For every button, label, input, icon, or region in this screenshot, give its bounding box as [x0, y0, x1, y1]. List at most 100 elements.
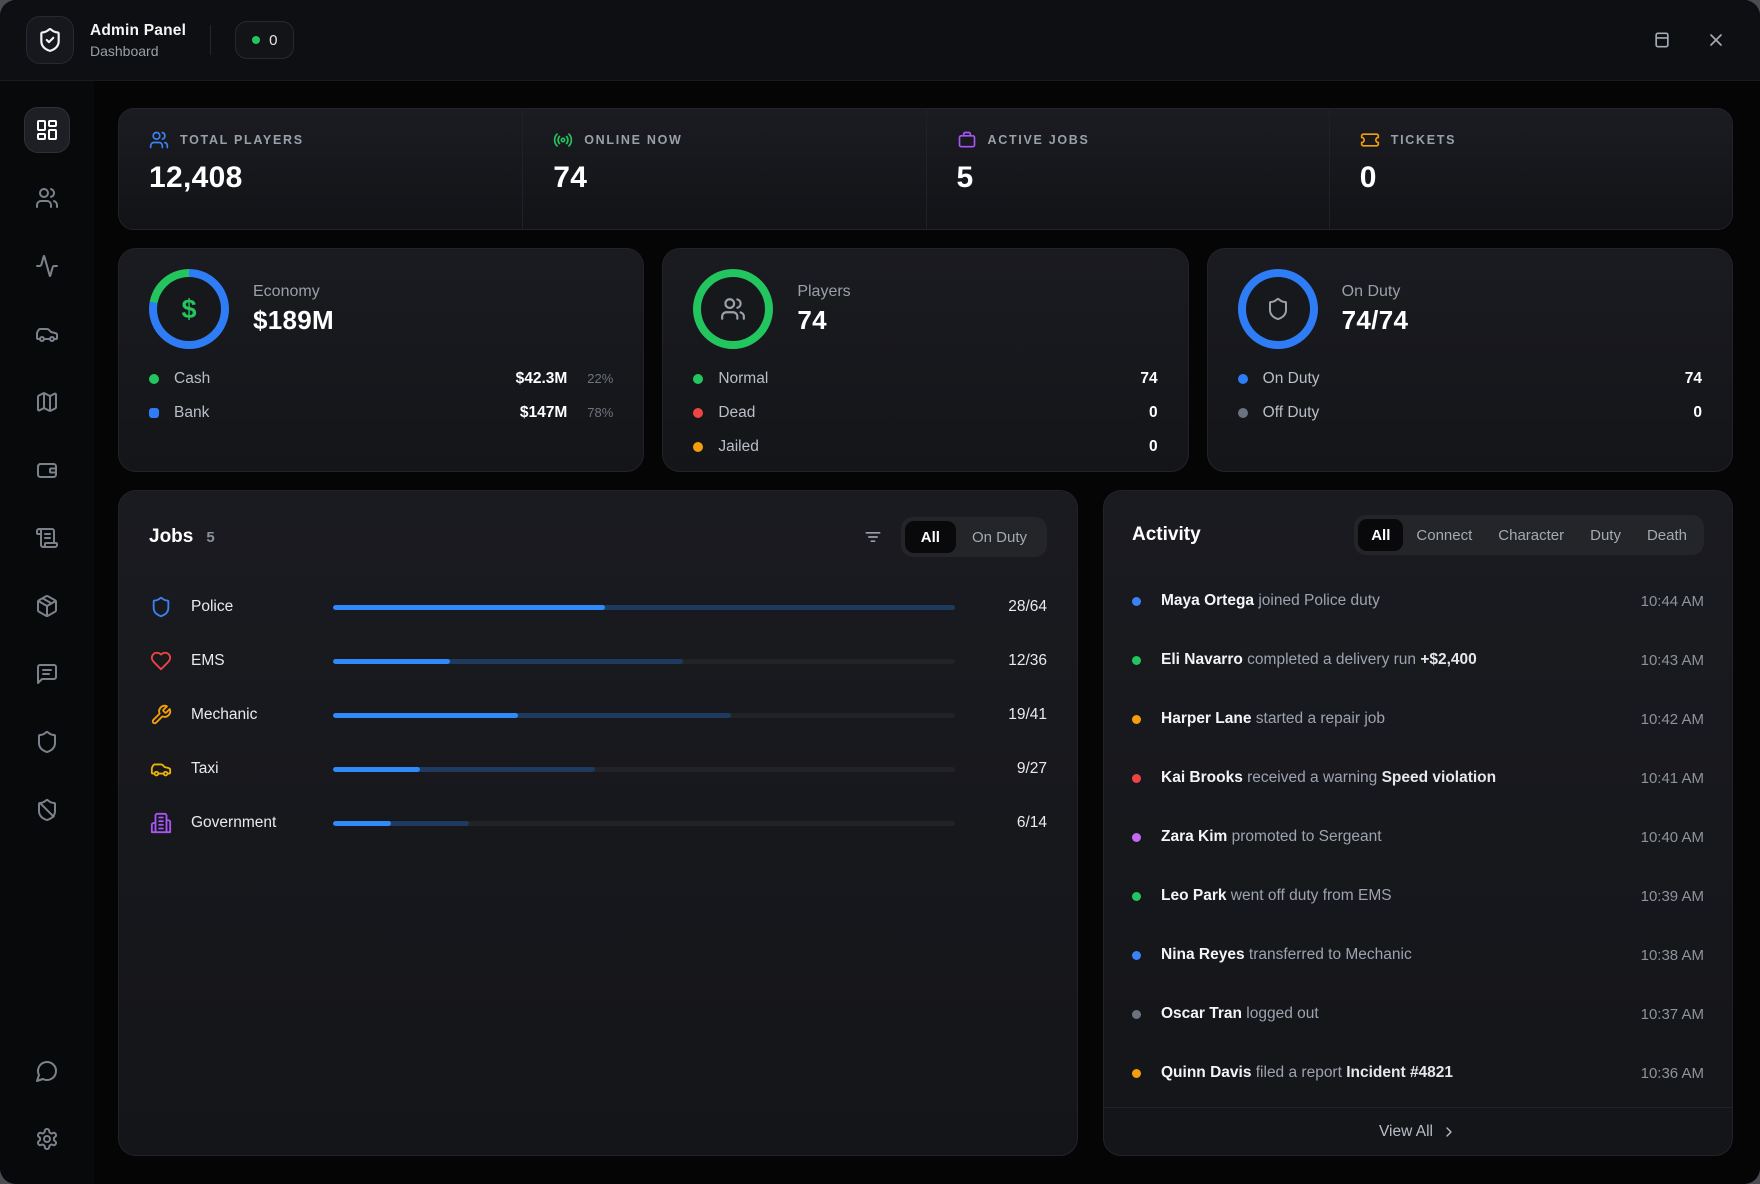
stat-active-jobs: ACTIVE JOBS 5 [926, 109, 1329, 229]
economy-card: $ Economy $189M Cash $42.3M [118, 248, 644, 472]
wallet-icon [35, 458, 59, 482]
page-subtitle: Dashboard [90, 43, 186, 59]
jobs-filter-all[interactable]: All [905, 521, 956, 553]
card-value: 74/74 [1342, 305, 1409, 336]
stats-strip: TOTAL PLAYERS 12,408 ONLINE NOW 74 ACTIV… [118, 108, 1733, 230]
bank-dot [149, 408, 159, 418]
shield-icon [1266, 297, 1290, 321]
sidebar-item-moderation[interactable] [24, 719, 70, 765]
window-maximize-button[interactable] [1648, 26, 1676, 54]
title-block: Admin Panel Dashboard [90, 22, 186, 59]
sidebar-item-chat[interactable] [24, 651, 70, 697]
activity-row: Nina Reyes transferred to Mechanic 10:38… [1132, 943, 1704, 967]
window-maximize-icon [1652, 30, 1672, 50]
job-row-police: Police 28/64 [149, 593, 1047, 621]
activity-row: Leo Park went off duty from EMS 10:39 AM [1132, 884, 1704, 908]
job-progress-bar [333, 605, 955, 610]
sidebar-item-settings[interactable] [24, 1116, 70, 1162]
sidebar-item-players[interactable] [24, 175, 70, 221]
topbar-divider [210, 25, 211, 55]
app-logo [26, 16, 74, 64]
job-bar-fill [333, 821, 391, 826]
close-icon [1706, 30, 1726, 50]
topbar: Admin Panel Dashboard 0 [0, 0, 1760, 81]
duty-card: On Duty 74/74 On Duty 74 [1207, 248, 1733, 472]
page-title: Admin Panel [90, 22, 186, 40]
window-close-button[interactable] [1702, 26, 1730, 54]
sidebar-item-dashboard[interactable] [24, 107, 70, 153]
card-title: On Duty [1342, 283, 1409, 301]
main-content: TOTAL PLAYERS 12,408 ONLINE NOW 74 ACTIV… [94, 81, 1760, 1184]
job-progress-bar [333, 821, 955, 826]
sidebar-item-map[interactable] [24, 379, 70, 425]
package-icon [35, 594, 59, 618]
activity-pulse-icon [35, 254, 59, 278]
stat-tickets: TICKETS 0 [1329, 109, 1732, 229]
users-icon [35, 186, 59, 210]
stat-label: TOTAL PLAYERS [180, 133, 304, 147]
tab-connect[interactable]: Connect [1403, 519, 1485, 551]
job-row-mechanic: Mechanic 19/41 [149, 701, 1047, 729]
online-count-badge[interactable]: 0 [235, 21, 294, 59]
settings-gear-icon [35, 1127, 59, 1151]
sidebar-item-economy[interactable] [24, 447, 70, 493]
legend-row-onduty: On Duty 74 [1238, 367, 1702, 390]
activity-row: Maya Ortega joined Police duty 10:44 AM [1132, 589, 1704, 613]
stat-label: ACTIVE JOBS [988, 133, 1090, 147]
users-icon [720, 296, 746, 322]
filter-lines-icon[interactable] [863, 527, 883, 547]
sidebar-item-inventory[interactable] [24, 583, 70, 629]
card-title: Players [797, 283, 850, 301]
taxi-car-icon [149, 758, 173, 780]
sidebar-item-vehicles[interactable] [24, 311, 70, 357]
job-row-government: Government 6/14 [149, 809, 1047, 837]
card-value: 74 [797, 305, 850, 336]
shield-icon [149, 596, 173, 618]
cash-dot [149, 374, 159, 384]
jobs-filter-onduty[interactable]: On Duty [956, 521, 1043, 553]
sidebar-item-logs[interactable] [24, 515, 70, 561]
chevron-right-icon [1441, 1124, 1457, 1140]
legend-row-cash: Cash $42.3M 22% [149, 367, 613, 390]
jobs-card: Jobs 5 All On Duty Police [118, 490, 1078, 1156]
players-card: Players 74 Normal 74 Dead [662, 248, 1188, 472]
sidebar-item-activity[interactable] [24, 243, 70, 289]
stat-label: ONLINE NOW [584, 133, 682, 147]
sidebar-item-support[interactable] [24, 1048, 70, 1094]
job-progress-bar [333, 767, 955, 772]
shield-ban-icon [35, 798, 59, 822]
dollar-icon: $ [181, 294, 196, 325]
stat-value: 74 [553, 161, 925, 195]
ticket-icon [1360, 130, 1380, 150]
sidebar-item-bans[interactable] [24, 787, 70, 833]
map-icon [35, 390, 59, 414]
activity-row: Eli Navarro completed a delivery run +$2… [1132, 648, 1704, 672]
radio-icon [553, 130, 573, 150]
online-count: 0 [269, 32, 277, 49]
players-donut [693, 269, 773, 349]
job-progress-bar [333, 659, 955, 664]
briefcase-icon [957, 130, 977, 150]
tab-character[interactable]: Character [1485, 519, 1577, 551]
stat-online-now: ONLINE NOW 74 [522, 109, 925, 229]
shield-icon [35, 730, 59, 754]
chat-bubble-icon [35, 1059, 59, 1083]
online-status-dot [252, 36, 260, 44]
message-square-icon [35, 662, 59, 686]
job-bar-fill [333, 605, 605, 610]
tab-duty[interactable]: Duty [1577, 519, 1634, 551]
activity-row: Zara Kim promoted to Sergeant 10:40 AM [1132, 825, 1704, 849]
legend-row-dead: Dead 0 [693, 401, 1157, 424]
car-icon [35, 322, 59, 346]
bottom-row: Jobs 5 All On Duty Police [118, 490, 1733, 1156]
jobs-title: Jobs [149, 526, 193, 548]
legend-row-offduty: Off Duty 0 [1238, 401, 1702, 424]
shield-check-icon [37, 27, 63, 53]
activity-row: Quinn Davis filed a report Incident #482… [1132, 1061, 1704, 1085]
view-all-button[interactable]: View All [1104, 1107, 1732, 1155]
tab-death[interactable]: Death [1634, 519, 1700, 551]
job-row-taxi: Taxi 9/27 [149, 755, 1047, 783]
stat-value: 0 [1360, 161, 1732, 195]
tab-all[interactable]: All [1358, 519, 1403, 551]
sidebar [0, 81, 94, 1184]
